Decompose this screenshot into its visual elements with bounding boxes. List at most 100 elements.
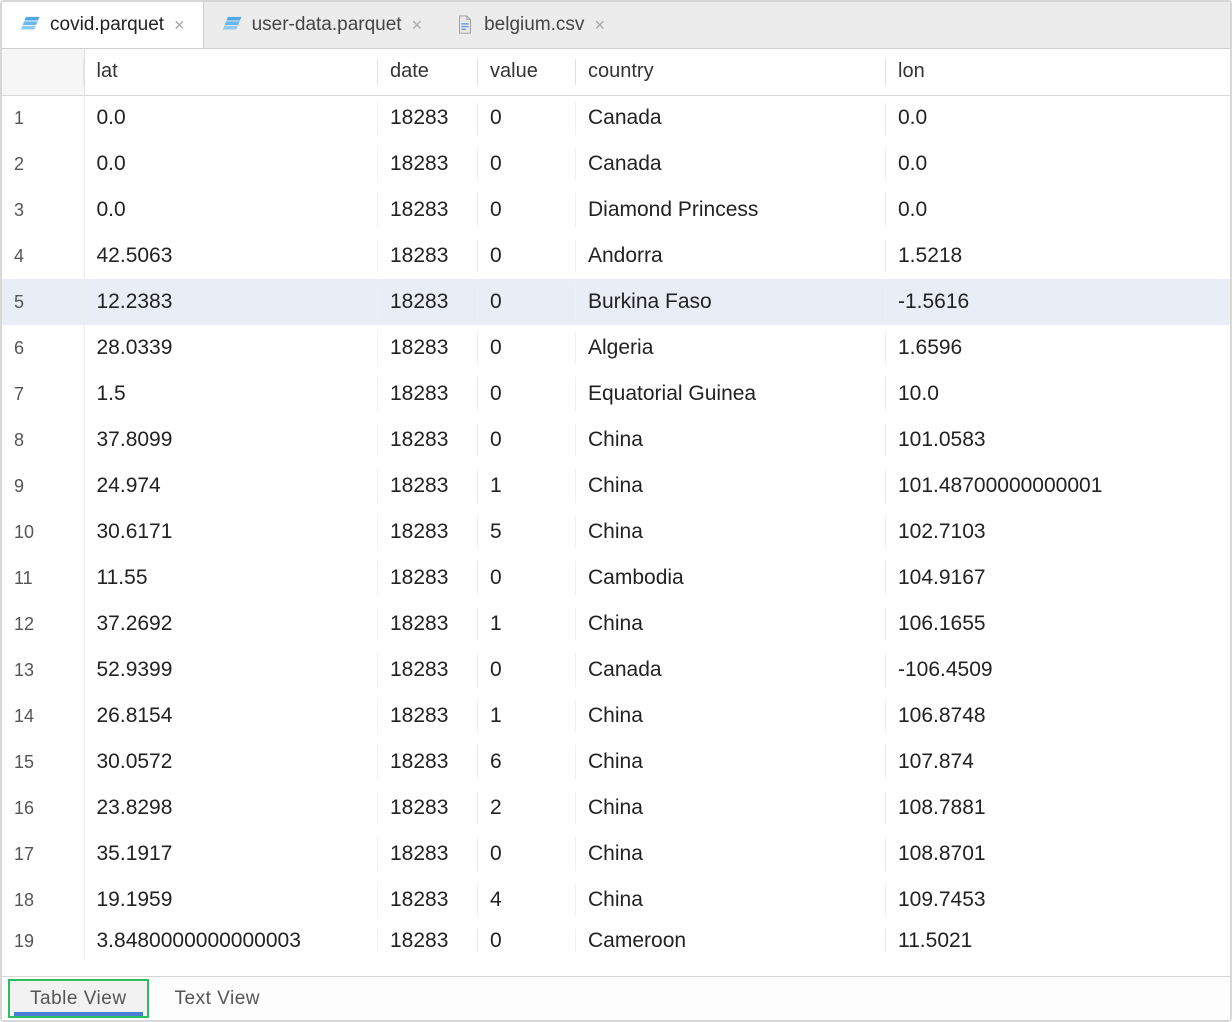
- cell-country[interactable]: Equatorial Guinea: [576, 371, 886, 417]
- cell-country[interactable]: Burkina Faso: [576, 279, 886, 325]
- cell-country[interactable]: China: [576, 877, 886, 923]
- cell-value[interactable]: 0: [478, 923, 576, 959]
- cell-date[interactable]: 18283: [378, 555, 478, 601]
- row-number-cell[interactable]: 13: [2, 647, 84, 693]
- table-row[interactable]: 71.5182830Equatorial Guinea10.0: [2, 371, 1230, 417]
- cell-value[interactable]: 0: [478, 279, 576, 325]
- row-number-cell[interactable]: 9: [2, 463, 84, 509]
- table-row[interactable]: 1030.6171182835China102.7103: [2, 509, 1230, 555]
- column-header-date[interactable]: date: [378, 49, 478, 95]
- table-row[interactable]: 512.2383182830Burkina Faso-1.5616: [2, 279, 1230, 325]
- cell-country[interactable]: Algeria: [576, 325, 886, 371]
- cell-country[interactable]: China: [576, 739, 886, 785]
- cell-value[interactable]: 1: [478, 601, 576, 647]
- table-row[interactable]: 193.8480000000000003182830Cameroon11.502…: [2, 923, 1230, 959]
- file-tab[interactable]: belgium.csv×: [440, 2, 623, 48]
- row-number-cell[interactable]: 2: [2, 141, 84, 187]
- table-row[interactable]: 30.0182830Diamond Princess0.0: [2, 187, 1230, 233]
- cell-value[interactable]: 0: [478, 325, 576, 371]
- cell-country[interactable]: China: [576, 601, 886, 647]
- cell-date[interactable]: 18283: [378, 463, 478, 509]
- table-row[interactable]: 10.0182830Canada0.0: [2, 95, 1230, 141]
- cell-value[interactable]: 0: [478, 831, 576, 877]
- cell-date[interactable]: 18283: [378, 233, 478, 279]
- close-icon[interactable]: ×: [174, 16, 185, 34]
- cell-lat[interactable]: 11.55: [84, 555, 378, 601]
- cell-lat[interactable]: 12.2383: [84, 279, 378, 325]
- cell-date[interactable]: 18283: [378, 417, 478, 463]
- cell-date[interactable]: 18283: [378, 371, 478, 417]
- cell-date[interactable]: 18283: [378, 95, 478, 141]
- cell-value[interactable]: 0: [478, 141, 576, 187]
- cell-lat[interactable]: 30.0572: [84, 739, 378, 785]
- row-number-cell[interactable]: 15: [2, 739, 84, 785]
- cell-country[interactable]: Canada: [576, 141, 886, 187]
- cell-lon[interactable]: 11.5021: [886, 923, 1230, 959]
- table-row[interactable]: 1530.0572182836China107.874: [2, 739, 1230, 785]
- row-number-cell[interactable]: 18: [2, 877, 84, 923]
- table-row[interactable]: 1819.1959182834China109.7453: [2, 877, 1230, 923]
- cell-value[interactable]: 1: [478, 463, 576, 509]
- cell-date[interactable]: 18283: [378, 509, 478, 555]
- table-row[interactable]: 1237.2692182831China106.1655: [2, 601, 1230, 647]
- column-header-lon[interactable]: lon: [886, 49, 1230, 95]
- cell-value[interactable]: 4: [478, 877, 576, 923]
- cell-value[interactable]: 5: [478, 509, 576, 555]
- cell-country[interactable]: China: [576, 509, 886, 555]
- cell-country[interactable]: China: [576, 463, 886, 509]
- cell-lon[interactable]: 107.874: [886, 739, 1230, 785]
- cell-lat[interactable]: 35.1917: [84, 831, 378, 877]
- cell-lat[interactable]: 26.8154: [84, 693, 378, 739]
- cell-date[interactable]: 18283: [378, 831, 478, 877]
- row-number-cell[interactable]: 12: [2, 601, 84, 647]
- cell-country[interactable]: Cameroon: [576, 923, 886, 959]
- cell-lon[interactable]: 104.9167: [886, 555, 1230, 601]
- cell-lon[interactable]: 106.8748: [886, 693, 1230, 739]
- cell-date[interactable]: 18283: [378, 279, 478, 325]
- cell-lat[interactable]: 0.0: [84, 187, 378, 233]
- cell-value[interactable]: 0: [478, 95, 576, 141]
- row-number-cell[interactable]: 8: [2, 417, 84, 463]
- cell-lat[interactable]: 30.6171: [84, 509, 378, 555]
- row-number-cell[interactable]: 5: [2, 279, 84, 325]
- cell-date[interactable]: 18283: [378, 739, 478, 785]
- row-number-cell[interactable]: 6: [2, 325, 84, 371]
- cell-lon[interactable]: 109.7453: [886, 877, 1230, 923]
- row-number-cell[interactable]: 19: [2, 923, 84, 959]
- table-row[interactable]: 1111.55182830Cambodia104.9167: [2, 555, 1230, 601]
- cell-lat[interactable]: 23.8298: [84, 785, 378, 831]
- cell-lat[interactable]: 19.1959: [84, 877, 378, 923]
- column-header-value[interactable]: value: [478, 49, 576, 95]
- row-number-cell[interactable]: 17: [2, 831, 84, 877]
- cell-country[interactable]: China: [576, 785, 886, 831]
- table-row[interactable]: 628.0339182830Algeria1.6596: [2, 325, 1230, 371]
- cell-lon[interactable]: 1.6596: [886, 325, 1230, 371]
- cell-lat[interactable]: 37.8099: [84, 417, 378, 463]
- table-row[interactable]: 1623.8298182832China108.7881: [2, 785, 1230, 831]
- file-tab[interactable]: user-data.parquet×: [204, 2, 441, 48]
- row-number-header[interactable]: [2, 49, 84, 95]
- cell-date[interactable]: 18283: [378, 785, 478, 831]
- cell-country[interactable]: China: [576, 417, 886, 463]
- tab-text-view[interactable]: Text View: [153, 977, 282, 1020]
- cell-country[interactable]: China: [576, 693, 886, 739]
- cell-lon[interactable]: 102.7103: [886, 509, 1230, 555]
- cell-country[interactable]: Cambodia: [576, 555, 886, 601]
- row-number-cell[interactable]: 4: [2, 233, 84, 279]
- cell-lon[interactable]: -1.5616: [886, 279, 1230, 325]
- cell-country[interactable]: Canada: [576, 95, 886, 141]
- row-number-cell[interactable]: 1: [2, 95, 84, 141]
- column-header-country[interactable]: country: [576, 49, 886, 95]
- cell-value[interactable]: 0: [478, 647, 576, 693]
- cell-value[interactable]: 0: [478, 233, 576, 279]
- cell-lat[interactable]: 3.8480000000000003: [84, 923, 378, 959]
- cell-date[interactable]: 18283: [378, 601, 478, 647]
- row-number-cell[interactable]: 11: [2, 555, 84, 601]
- cell-value[interactable]: 0: [478, 187, 576, 233]
- cell-lat[interactable]: 42.5063: [84, 233, 378, 279]
- row-number-cell[interactable]: 16: [2, 785, 84, 831]
- row-number-cell[interactable]: 10: [2, 509, 84, 555]
- cell-lon[interactable]: 108.8701: [886, 831, 1230, 877]
- cell-date[interactable]: 18283: [378, 141, 478, 187]
- row-number-cell[interactable]: 3: [2, 187, 84, 233]
